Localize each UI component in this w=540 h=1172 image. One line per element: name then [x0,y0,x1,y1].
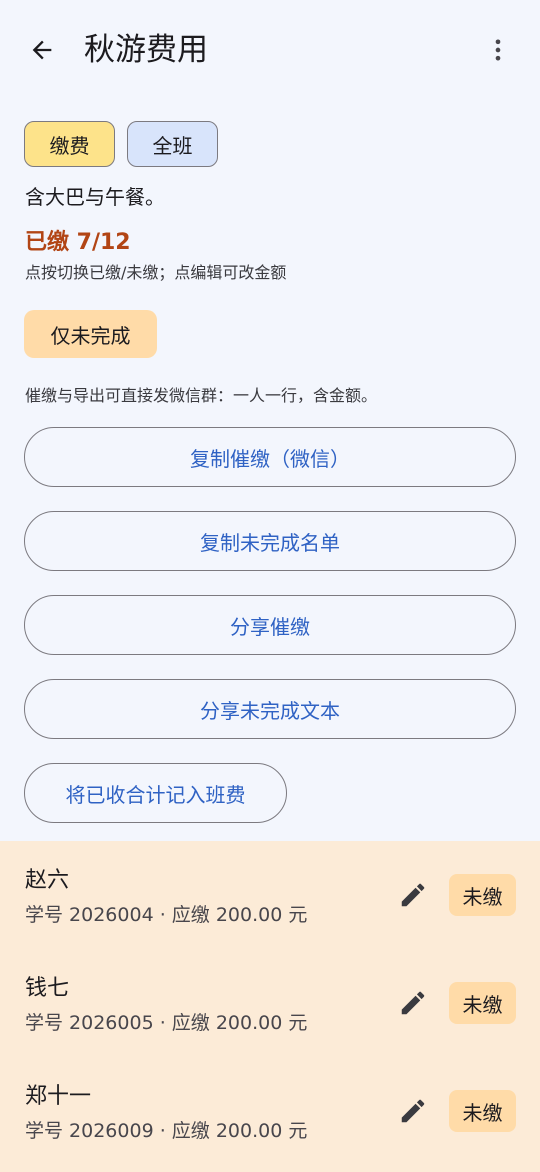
student-name: 赵六 [25,868,70,893]
edit-pencil-icon [401,991,425,1015]
usage-hint: 点按切换已缴/未缴；点编辑可改金额 [25,263,287,282]
list-item[interactable]: 郑十一 学号 2026009 · 应缴 200.00 元 未缴 [0,1057,540,1165]
student-meta: 学号 2026005 · 应缴 200.00 元 [25,1012,308,1034]
fee-description: 含大巴与午餐。 [25,185,165,209]
edit-amount-button[interactable] [393,1091,433,1131]
payment-status-badge[interactable]: 未缴 [449,982,516,1024]
student-name: 郑十一 [25,1084,92,1109]
copy-reminder-wechat-button[interactable]: 复制催缴（微信） [24,427,516,487]
share-reminder-button[interactable]: 分享催缴 [24,595,516,655]
fee-type-tag: 缴费 [24,121,115,167]
student-meta: 学号 2026009 · 应缴 200.00 元 [25,1120,308,1142]
student-list: 赵六 学号 2026004 · 应缴 200.00 元 未缴 钱七 学号 202… [0,841,540,1172]
student-meta: 学号 2026004 · 应缴 200.00 元 [25,904,308,926]
payment-status-badge[interactable]: 未缴 [449,1090,516,1132]
student-name: 钱七 [25,976,70,1001]
list-item[interactable]: 赵六 学号 2026004 · 应缴 200.00 元 未缴 [0,841,540,949]
payment-status-badge[interactable]: 未缴 [449,874,516,916]
more-vert-icon [495,39,501,61]
page-title: 秋游费用 [84,32,208,68]
paid-count-status: 已缴 7/12 [25,230,131,255]
unfinished-only-filter-chip[interactable]: 仅未完成 [24,310,157,358]
more-options-button[interactable] [478,30,518,70]
back-button[interactable] [22,30,62,70]
edit-pencil-icon [401,1099,425,1123]
edit-pencil-icon [401,883,425,907]
list-item[interactable]: 钱七 学号 2026005 · 应缴 200.00 元 未缴 [0,949,540,1057]
record-to-class-fee-button[interactable]: 将已收合计记入班费 [24,763,287,823]
edit-amount-button[interactable] [393,875,433,915]
copy-unfinished-list-button[interactable]: 复制未完成名单 [24,511,516,571]
share-unfinished-text-button[interactable]: 分享未完成文本 [24,679,516,739]
export-tip: 催缴与导出可直接发微信群：一人一行，含金额。 [25,386,378,405]
edit-amount-button[interactable] [393,983,433,1023]
arrow-back-icon [32,40,52,60]
scope-tag: 全班 [127,121,218,167]
app-bar: 秋游费用 [0,0,540,100]
